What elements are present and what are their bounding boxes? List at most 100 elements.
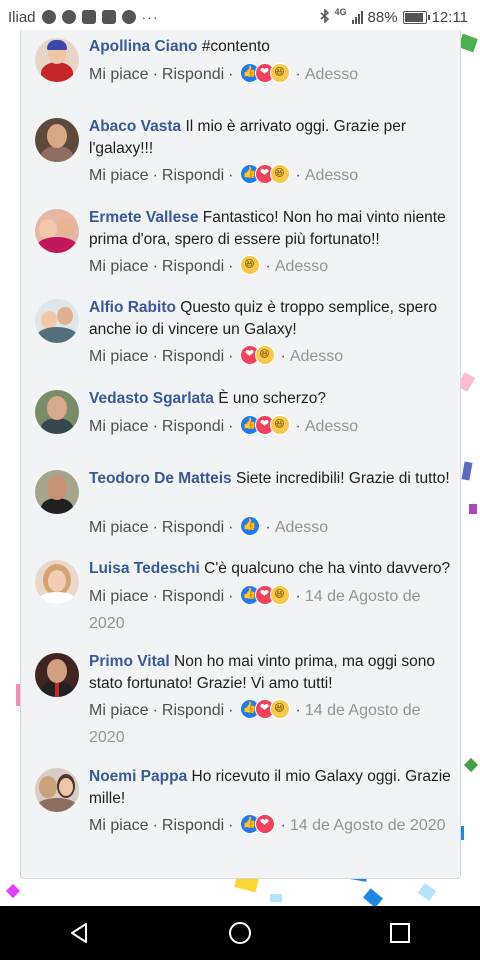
avatar[interactable] xyxy=(35,299,79,343)
laughing-face-icon: 😆 xyxy=(269,584,290,605)
reply-link[interactable]: Rispondi xyxy=(162,817,224,834)
avatar[interactable] xyxy=(35,118,79,162)
reply-link[interactable]: Rispondi xyxy=(162,702,224,719)
like-link[interactable]: Mi piace xyxy=(89,588,149,605)
back-button[interactable] xyxy=(50,913,110,953)
laughing-face-icon: 😆 xyxy=(269,62,290,83)
home-icon xyxy=(229,922,251,944)
battery-percent: 88% xyxy=(367,8,398,26)
avatar[interactable] xyxy=(35,470,79,514)
status-bar: Iliad ··· 4G 88% 12:11 xyxy=(0,0,480,34)
recents-icon xyxy=(390,923,410,943)
comment-time[interactable]: Adesso xyxy=(275,258,328,275)
like-link[interactable]: Mi piace xyxy=(89,66,149,83)
commenter-name[interactable]: Apollina Ciano xyxy=(89,38,198,55)
battery-icon xyxy=(402,10,430,24)
comment-text: Alfio Rabito Questo quiz è troppo sempli… xyxy=(89,297,455,341)
avatar[interactable] xyxy=(35,209,79,253)
commenter-name[interactable]: Teodoro De Matteis xyxy=(89,470,232,487)
status-bar-right: 4G 88% 12:11 xyxy=(320,7,480,26)
comment-text: Noemi Pappa Ho ricevuto il mio Galaxy og… xyxy=(89,766,455,810)
comment-text: Abaco Vasta Il mio è arrivato oggi. Graz… xyxy=(89,116,455,160)
like-link[interactable]: Mi piace xyxy=(89,519,149,536)
network-type-label: 4G xyxy=(334,7,347,17)
like-link[interactable]: Mi piace xyxy=(89,258,149,275)
avatar[interactable] xyxy=(35,653,79,697)
like-link[interactable]: Mi piace xyxy=(89,702,149,719)
confetti-piece xyxy=(458,34,478,53)
like-link[interactable]: Mi piace xyxy=(89,348,149,365)
confetti-piece xyxy=(469,504,477,514)
reaction-summary[interactable]: 😆 xyxy=(239,254,260,275)
reply-link[interactable]: Rispondi xyxy=(162,167,224,184)
commenter-name[interactable]: Ermete Vallese xyxy=(89,209,198,226)
commenter-name[interactable]: Alfio Rabito xyxy=(89,299,176,316)
avatar[interactable] xyxy=(35,768,79,812)
reply-link[interactable]: Rispondi xyxy=(162,66,224,83)
back-icon xyxy=(71,923,87,943)
reply-link[interactable]: Rispondi xyxy=(162,418,224,435)
confetti-piece xyxy=(463,757,479,773)
avatar[interactable] xyxy=(35,38,79,82)
comment-body: È uno scherzo? xyxy=(218,390,326,407)
confetti-piece xyxy=(417,883,437,901)
commenter-name[interactable]: Primo Vital xyxy=(89,653,170,670)
like-link[interactable]: Mi piace xyxy=(89,167,149,184)
confetti-piece xyxy=(461,461,473,481)
confetti-piece xyxy=(5,883,21,899)
comment-actions: Mi piace · Rispondi · 👍 ❤ 😆 · Adesso xyxy=(89,162,455,189)
confetti-piece xyxy=(270,894,282,902)
reaction-summary[interactable]: 👍 ❤ xyxy=(239,813,275,834)
like-link[interactable]: Mi piace xyxy=(89,817,149,834)
signal-icon xyxy=(351,10,363,24)
comment-actions: Mi piace · Rispondi · 👍 · Adesso xyxy=(89,514,455,541)
reaction-summary[interactable]: 👍 ❤ 😆 xyxy=(239,62,290,83)
reply-link[interactable]: Rispondi xyxy=(162,348,224,365)
reaction-summary[interactable]: 👍 ❤ 😆 xyxy=(239,584,290,605)
commenter-name[interactable]: Abaco Vasta xyxy=(89,118,181,135)
laughing-face-icon: 😆 xyxy=(269,163,290,184)
comments-panel: Apollina Ciano #contento Mi piace · Rispon… xyxy=(20,30,461,879)
commenter-name[interactable]: Vedasto Sgarlata xyxy=(89,390,214,407)
facebook-notification-icon xyxy=(41,10,56,24)
avatar[interactable] xyxy=(35,390,79,434)
comment-time[interactable]: Adesso xyxy=(305,418,358,435)
commenter-name[interactable]: Luisa Tedeschi xyxy=(89,560,200,577)
home-button[interactable] xyxy=(210,913,270,953)
comment-actions: Mi piace · Rispondi · 👍 ❤ 😆 · 14 de Agosto de 20… xyxy=(89,583,455,637)
reply-link[interactable]: Rispondi xyxy=(162,588,224,605)
comment-time[interactable]: Adesso xyxy=(290,348,343,365)
comment-text: Vedasto Sgarlata È uno scherzo? xyxy=(89,388,455,410)
laughing-face-icon: 😆 xyxy=(254,344,275,365)
laughing-face-icon: 😆 xyxy=(239,254,260,275)
comment-time[interactable]: Adesso xyxy=(275,519,328,536)
comment-actions: Mi piace · Rispondi · 👍 ❤ 😆 · Adesso xyxy=(89,61,455,88)
reply-link[interactable]: Rispondi xyxy=(162,258,224,275)
comment-body: Siete incredibili! Grazie di tutto! xyxy=(235,470,450,487)
reaction-summary[interactable]: 👍 ❤ 😆 xyxy=(239,698,290,719)
laughing-face-icon: 😆 xyxy=(269,698,290,719)
comment-time[interactable]: Adesso xyxy=(305,66,358,83)
reaction-summary[interactable]: ❤ 😆 xyxy=(239,344,275,365)
reaction-summary[interactable]: 👍 ❤ 😆 xyxy=(239,163,290,184)
comment-time[interactable]: Adesso xyxy=(305,167,358,184)
reply-link[interactable]: Rispondi xyxy=(162,519,224,536)
more-notifications-icon: ··· xyxy=(141,9,159,25)
comment-text: Luisa Tedeschi C'è qualcuno che ha vinto… xyxy=(89,558,455,580)
recents-button[interactable] xyxy=(370,913,430,953)
comment-actions: Mi piace · Rispondi · 👍 ❤ · 14 de Agosto de 202… xyxy=(89,812,455,839)
like-link[interactable]: Mi piace xyxy=(89,418,149,435)
commenter-name[interactable]: Noemi Pappa xyxy=(89,768,187,785)
avatar[interactable] xyxy=(35,560,79,604)
confetti-piece xyxy=(363,888,383,906)
comment-actions: Mi piace · Rispondi · 👍 ❤ 😆 · 14 de Agosto de 20… xyxy=(89,697,455,751)
navigation-bar xyxy=(0,906,480,960)
comment-text: Apollina Ciano #contento xyxy=(89,36,455,58)
thumbs-up-icon: 👍 xyxy=(239,515,260,536)
reaction-summary[interactable]: 👍 ❤ 😆 xyxy=(239,414,290,435)
reaction-summary[interactable]: 👍 xyxy=(239,515,260,536)
clock: 12:11 xyxy=(431,8,468,26)
bluetooth-icon xyxy=(320,7,330,26)
comment-time[interactable]: 14 de Agosto de 2020 xyxy=(290,817,446,834)
carrier-label: Iliad xyxy=(8,8,36,26)
